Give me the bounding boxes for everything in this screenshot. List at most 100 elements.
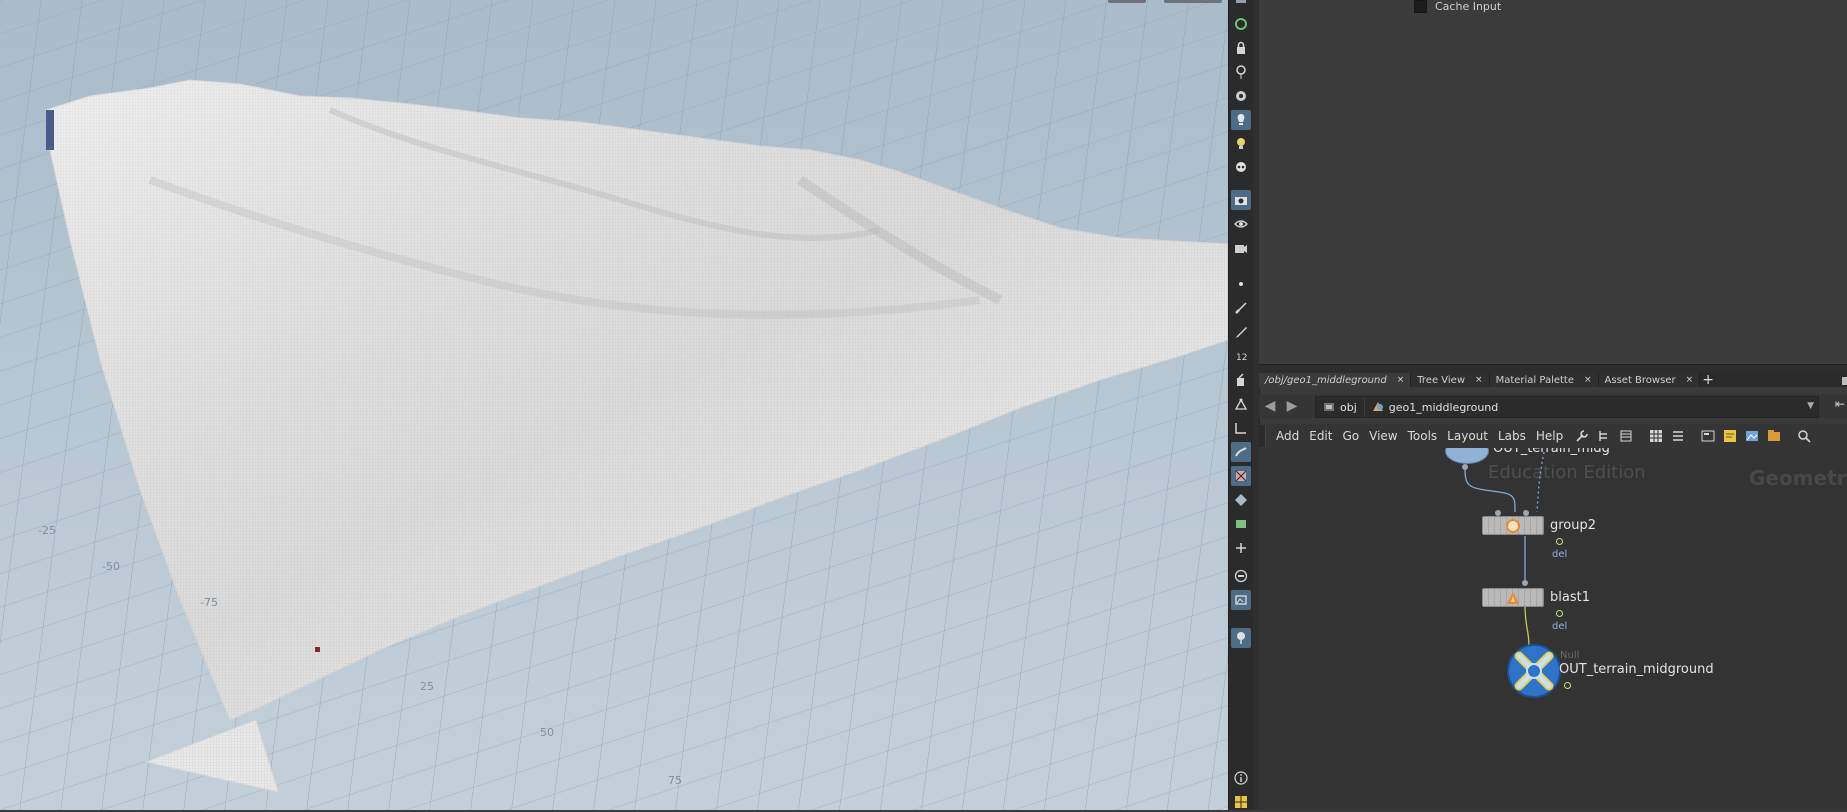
brush-icon[interactable] — [1231, 298, 1251, 318]
tab-asset-browser[interactable]: Asset Browser × — [1598, 373, 1701, 387]
display-flag-icon[interactable] — [1564, 682, 1571, 689]
cache-input-label: Cache Input — [1435, 0, 1502, 13]
grid-view-icon[interactable] — [1647, 427, 1665, 445]
network-box-icon[interactable] — [1765, 427, 1783, 445]
image-background-icon[interactable] — [1743, 427, 1761, 445]
tab-tree-view[interactable]: Tree View × — [1411, 373, 1490, 387]
close-icon[interactable]: × — [1397, 375, 1405, 385]
pin-icon[interactable] — [1231, 628, 1251, 648]
skull-icon[interactable] — [1231, 158, 1251, 178]
wire — [1524, 603, 1530, 647]
grid-label: 50 — [540, 726, 554, 739]
pen-icon[interactable] — [1231, 322, 1251, 342]
forward-arrow-icon[interactable]: ▶ — [1281, 396, 1303, 416]
null-node-out[interactable] — [1507, 644, 1561, 698]
search-icon[interactable] — [1795, 427, 1813, 445]
menu-help[interactable]: Help — [1532, 429, 1569, 443]
info-icon[interactable] — [1231, 768, 1251, 788]
chevron-down-icon[interactable]: ▼ — [1807, 401, 1814, 411]
vertex-icon[interactable] — [1231, 394, 1251, 414]
tab-menu-icon[interactable] — [1842, 377, 1847, 385]
network-editor[interactable]: Education Edition Geometry OUT_terrain_m… — [1259, 448, 1847, 810]
close-icon[interactable]: × — [1686, 375, 1694, 385]
corner-marker — [46, 110, 54, 150]
tab-material-palette[interactable]: Material Palette × — [1489, 373, 1599, 387]
menu-view[interactable]: View — [1365, 429, 1403, 443]
path-segment-obj[interactable]: obj — [1316, 397, 1365, 417]
handle-icon[interactable] — [1231, 62, 1251, 82]
path-segment-label: geo1_middleground — [1388, 400, 1499, 414]
network-path-field[interactable]: obj geo1_middleground ▼ — [1315, 396, 1819, 418]
shape-icon[interactable] — [1231, 490, 1251, 510]
edge-icon[interactable] — [1231, 418, 1251, 438]
tree-layout-icon[interactable] — [1595, 427, 1613, 445]
svg-text:12: 12 — [1236, 353, 1247, 363]
null-node-icon — [1514, 651, 1554, 691]
lock-icon[interactable] — [1231, 38, 1251, 58]
back-arrow-icon[interactable]: ◀ — [1259, 396, 1281, 416]
node-label-top: OUT_terrain_midg — [1493, 448, 1610, 456]
node-input[interactable] — [1522, 580, 1528, 586]
menu-add[interactable]: Add — [1272, 429, 1305, 443]
sculpt-icon[interactable] — [1231, 442, 1251, 462]
pin-pane-icon[interactable]: ⇤ — [1835, 397, 1845, 411]
add-tab-button[interactable]: + — [1700, 373, 1716, 387]
point-icon[interactable] — [1231, 274, 1251, 294]
node-label: OUT_terrain_midground — [1559, 662, 1714, 677]
grid-icon[interactable] — [1231, 792, 1251, 812]
render-icon[interactable] — [1231, 238, 1251, 258]
details-view-icon[interactable] — [1669, 427, 1687, 445]
menu-go[interactable]: Go — [1338, 429, 1365, 443]
number-icon[interactable]: 12 — [1231, 346, 1251, 366]
menubar-grip[interactable] — [1259, 425, 1266, 447]
grid-label: 75 — [668, 774, 682, 787]
path-bar: ◀ ▶ obj geo1_middleground ▼ ⇤ — [1259, 394, 1847, 418]
wire — [1536, 451, 1545, 513]
tab-label: Asset Browser — [1604, 374, 1676, 386]
grid-label: 25 — [420, 680, 434, 693]
viewport-toolbar-button[interactable] — [1108, 0, 1146, 3]
node-group2[interactable] — [1482, 516, 1544, 535]
viewport-toolbar-button[interactable] — [1164, 0, 1222, 3]
close-icon[interactable]: × — [1475, 375, 1483, 385]
node-blast1[interactable] — [1482, 588, 1544, 607]
viewport-canvas[interactable]: -25 -50 -75 25 50 75 — [0, 0, 1228, 810]
pane-tab-bar: /obj/geo1_middleground × Tree View × Mat… — [1259, 373, 1847, 387]
parameter-view-icon[interactable] — [1699, 427, 1717, 445]
map-icon[interactable] — [1231, 514, 1251, 534]
paint-icon[interactable] — [1231, 370, 1251, 390]
display-flag-icon[interactable] — [1556, 610, 1563, 617]
sticky-note-icon[interactable] — [1721, 427, 1739, 445]
node-output[interactable] — [1462, 464, 1468, 470]
close-icon[interactable]: × — [1584, 375, 1592, 385]
menu-layout[interactable]: Layout — [1443, 429, 1494, 443]
menu-labs[interactable]: Labs — [1494, 429, 1532, 443]
tab-label: Material Palette — [1495, 374, 1574, 386]
snapshot-icon[interactable] — [1231, 590, 1251, 610]
menu-edit[interactable]: Edit — [1305, 429, 1338, 443]
layer-icon[interactable] — [1231, 566, 1251, 586]
view-icon[interactable] — [1231, 14, 1251, 34]
tab-network-path[interactable]: /obj/geo1_middleground × — [1259, 373, 1412, 387]
wrench-icon[interactable] — [1573, 427, 1591, 445]
transform-icon[interactable] — [1231, 538, 1251, 558]
menu-tools[interactable]: Tools — [1404, 429, 1444, 443]
node-comment: del — [1552, 549, 1568, 560]
snap-icon[interactable] — [1231, 86, 1251, 106]
scene-viewport[interactable]: -25 -50 -75 25 50 75 — [0, 0, 1228, 810]
node-label: blast1 — [1550, 590, 1590, 605]
tab-label: /obj/geo1_middleground — [1265, 374, 1387, 386]
path-segment-geo[interactable]: geo1_middleground — [1365, 397, 1505, 417]
eye-icon[interactable] — [1231, 214, 1251, 234]
grid-label: -25 — [38, 524, 56, 537]
camera-icon[interactable] — [1231, 190, 1251, 210]
select-icon[interactable] — [1231, 0, 1251, 8]
light-icon[interactable] — [1231, 110, 1251, 130]
list-view-icon[interactable] — [1617, 427, 1635, 445]
parameter-pane: Cache Input — [1259, 0, 1847, 364]
display-flag-icon[interactable] — [1556, 538, 1563, 545]
point-marker — [315, 647, 320, 652]
cache-input-checkbox[interactable] — [1414, 0, 1427, 13]
bulb-icon[interactable] — [1231, 134, 1251, 154]
uv-icon[interactable] — [1231, 466, 1251, 486]
